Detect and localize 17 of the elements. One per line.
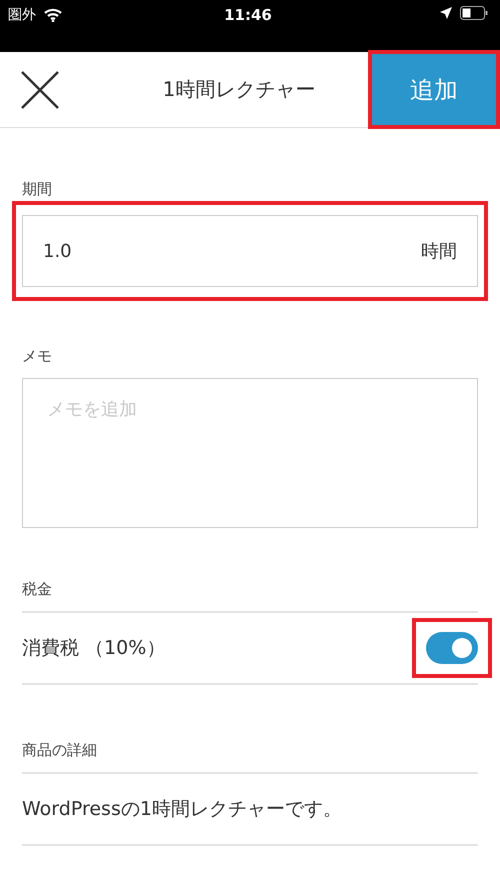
- tax-name: 消費税 （10%）: [22, 636, 166, 661]
- wifi-icon: [44, 8, 62, 22]
- page-title: 1時間レクチャー: [162, 76, 316, 103]
- tax-toggle[interactable]: [426, 632, 478, 664]
- details-text: WordPressの1時間レクチャーです。: [22, 772, 478, 846]
- location-arrow-icon: [440, 7, 452, 19]
- duration-value: 1.0: [43, 240, 72, 262]
- carrier-text: 圏外: [8, 6, 36, 24]
- section-label: 商品の詳細: [22, 741, 98, 760]
- section-label: 税金: [22, 580, 53, 599]
- unit-label: 時間: [421, 240, 457, 263]
- duration-field[interactable]: 1.0 時間: [22, 215, 478, 287]
- battery-icon: [460, 6, 488, 20]
- close-icon: [20, 70, 60, 110]
- field-label: 期間: [22, 180, 53, 199]
- field-label: メモ: [22, 347, 53, 366]
- clock-time: 11:46: [224, 6, 272, 24]
